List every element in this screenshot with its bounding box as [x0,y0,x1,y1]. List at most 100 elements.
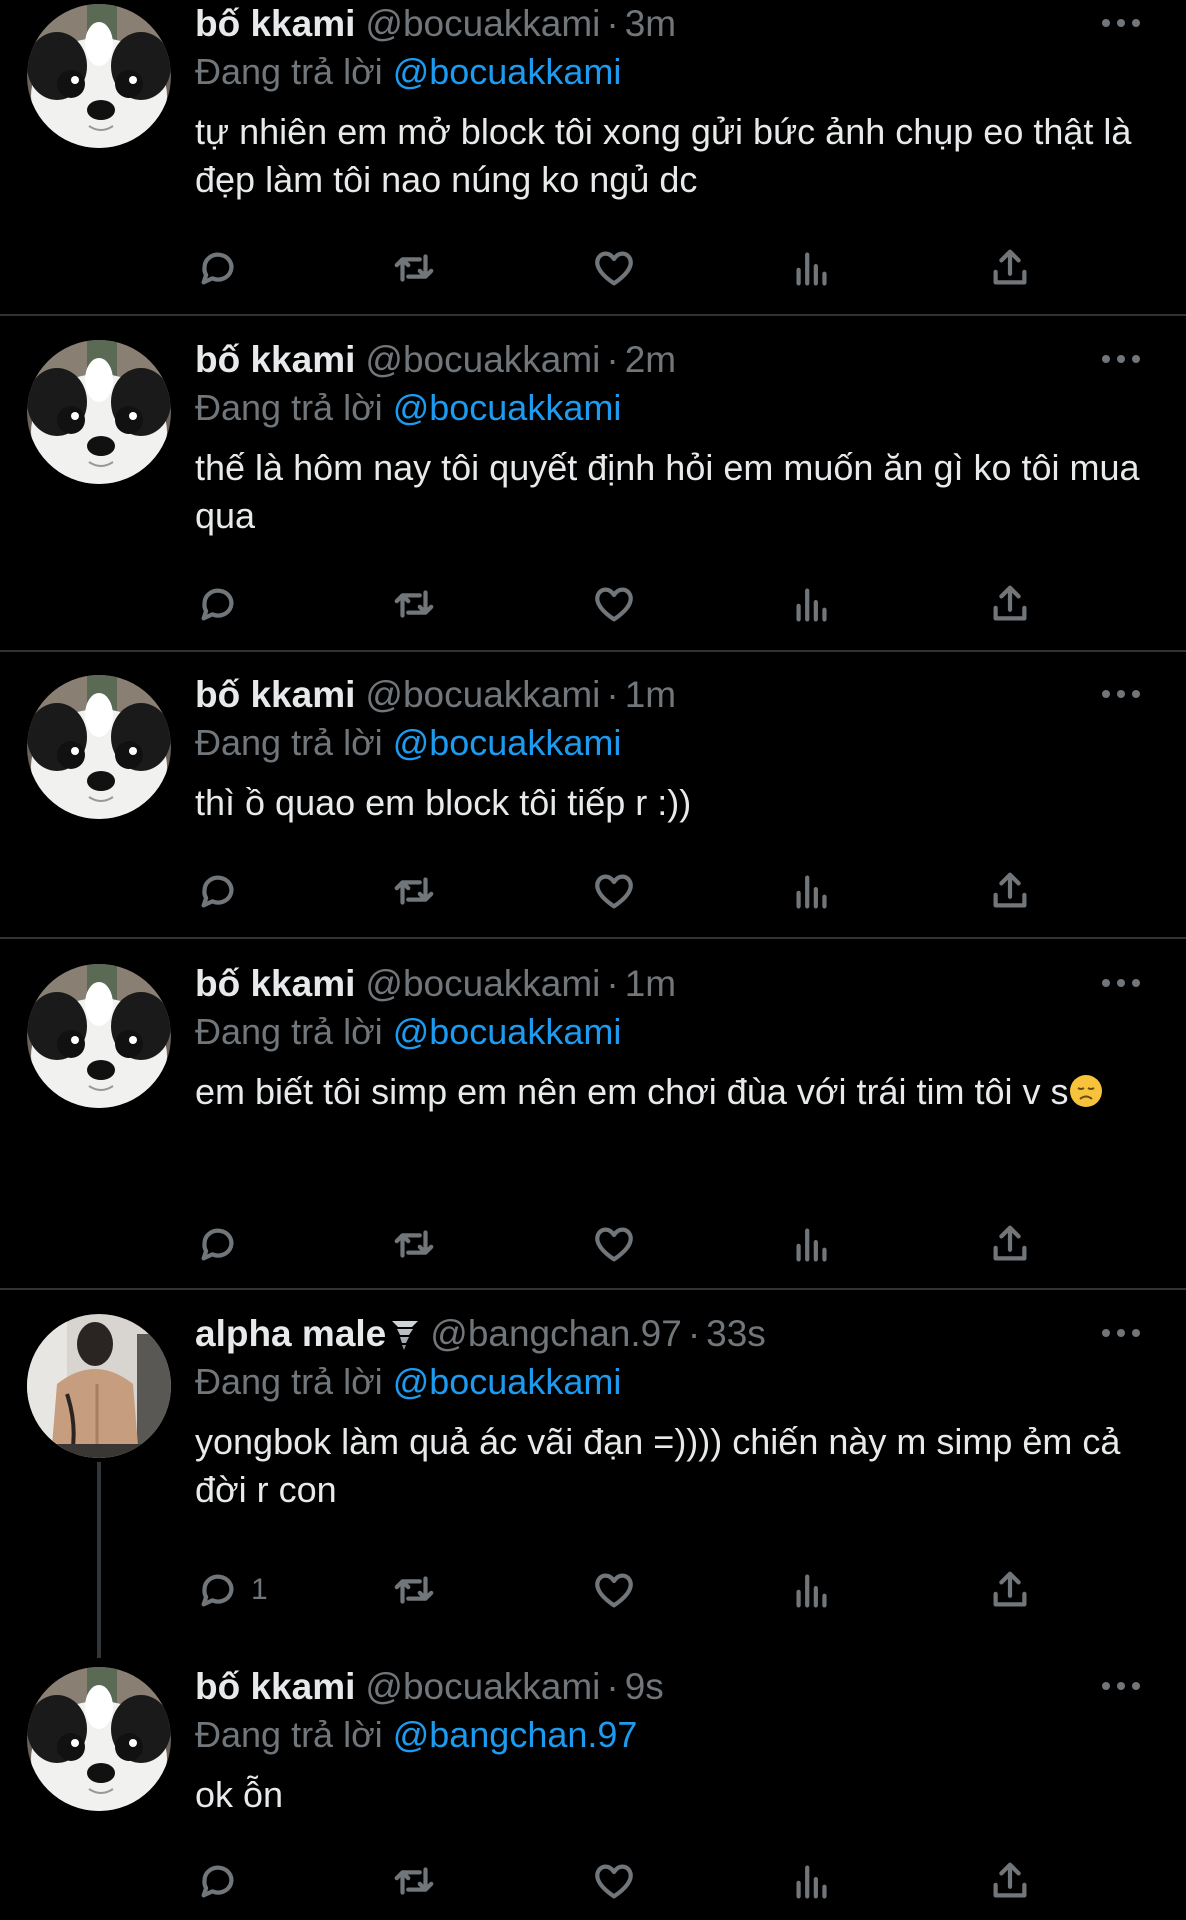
views-button[interactable] [789,576,835,632]
reply-button[interactable] [195,863,241,919]
more-icon[interactable] [1096,968,1146,998]
more-icon[interactable] [1096,1318,1146,1348]
reply-target-link[interactable]: @bocuakkami [393,1011,622,1052]
like-icon [595,1864,633,1899]
user-handle[interactable]: @bocuakkami [365,339,600,380]
dog-avatar-image [27,4,171,148]
reply-button[interactable] [195,576,241,632]
share-button[interactable] [987,576,1033,632]
action-bar [195,1216,1055,1272]
more-icon[interactable] [1096,8,1146,38]
timestamp[interactable]: 1m [625,963,676,1004]
like-button[interactable] [591,1853,637,1909]
views-icon [796,1228,827,1262]
tweet[interactable]: bố kkami @bocuakkami · 3m Đang trả lời @bocu… [0,0,1186,316]
like-icon [595,1227,633,1262]
replying-to: Đang trả lời @bocuakkami [195,1358,1155,1406]
display-name[interactable]: bố kkami [195,339,355,380]
avatar[interactable] [27,340,171,484]
tweet-content: alpha male @bangchan.97 · 33s Đang trả lời @… [195,1310,1155,1514]
views-icon [796,1574,827,1608]
reply-button[interactable]: 1 [195,1562,268,1618]
user-handle[interactable]: @bangchan.97 [430,1313,682,1354]
share-button[interactable] [987,863,1033,919]
more-icon[interactable] [1096,679,1146,709]
display-name[interactable]: bố kkami [195,674,355,715]
avatar[interactable] [27,1314,171,1458]
timestamp[interactable]: 2m [625,339,676,380]
retweet-icon [394,254,434,282]
retweet-button[interactable] [391,863,437,919]
tweet[interactable]: alpha male @bangchan.97 · 33s Đang trả lời @… [0,1310,1186,1640]
reply-button[interactable] [195,1216,241,1272]
user-handle[interactable]: @bocuakkami [365,3,600,44]
dog-avatar-image [27,1667,171,1811]
avatar[interactable] [27,4,171,148]
tweet-text-block: em biết tôi simp em nên em chơi đùa với … [195,1068,1155,1116]
share-button[interactable] [987,1216,1033,1272]
tweet-header: alpha male @bangchan.97 · 33s [195,1310,1155,1358]
timestamp[interactable]: 1m [625,674,676,715]
retweet-button[interactable] [391,1216,437,1272]
display-name[interactable]: bố kkami [195,963,355,1004]
like-button[interactable] [591,1216,637,1272]
like-button[interactable] [591,240,637,296]
views-button[interactable] [789,863,835,919]
reply-target-link[interactable]: @bangchan.97 [393,1714,638,1755]
tweet[interactable]: bố kkami @bocuakkami · 9s Đang trả lời @bang… [0,1663,1186,1920]
more-icon[interactable] [1096,1671,1146,1701]
views-button[interactable] [789,1216,835,1272]
views-icon [796,875,827,909]
avatar[interactable] [27,675,171,819]
tweet-text: tự nhiên em mở block tôi xong gửi bức ản… [195,111,1132,200]
display-name[interactable]: bố kkami [195,1666,355,1707]
timestamp[interactable]: 3m [625,3,676,44]
replying-to-label: Đang trả lời [195,387,383,428]
views-icon [796,1865,827,1899]
user-handle[interactable]: @bocuakkami [365,963,600,1004]
tweet-header: bố kkami @bocuakkami · 3m [195,0,1155,48]
like-button[interactable] [591,576,637,632]
user-handle[interactable]: @bocuakkami [365,674,600,715]
share-button[interactable] [987,1562,1033,1618]
reply-count: 1 [251,1573,268,1606]
like-icon [595,874,633,909]
timestamp[interactable]: 33s [706,1313,766,1354]
tweet-text: thế là hôm nay tôi quyết định hỏi em muố… [195,447,1140,536]
share-button[interactable] [987,240,1033,296]
retweet-button[interactable] [391,1853,437,1909]
tweet[interactable]: bố kkami @bocuakkami · 1m Đang trả lời @bocu… [0,671,1186,939]
reply-target-link[interactable]: @bocuakkami [393,1361,622,1402]
avatar[interactable] [27,1667,171,1811]
tweet[interactable]: bố kkami @bocuakkami · 1m Đang trả lời @bocu… [0,960,1186,1290]
share-icon [993,872,1027,908]
like-button[interactable] [591,863,637,919]
views-button[interactable] [789,1562,835,1618]
dog-avatar-image [27,675,171,819]
reply-target-link[interactable]: @bocuakkami [393,722,622,763]
views-button[interactable] [789,1853,835,1909]
replying-to: Đang trả lời @bocuakkami [195,384,1155,432]
avatar[interactable] [27,964,171,1108]
retweet-button[interactable] [391,240,437,296]
reply-button[interactable] [195,240,241,296]
like-icon [595,587,633,622]
tweet-text: ok ỗn [195,1774,284,1815]
replying-to-label: Đang trả lời [195,1011,383,1052]
views-button[interactable] [789,240,835,296]
user-handle[interactable]: @bocuakkami [365,1666,600,1707]
share-button[interactable] [987,1853,1033,1909]
timestamp[interactable]: 9s [625,1666,664,1707]
action-bar [195,1853,1055,1909]
reply-target-link[interactable]: @bocuakkami [393,51,622,92]
retweet-button[interactable] [391,1562,437,1618]
reply-button[interactable] [195,1853,241,1909]
more-icon[interactable] [1096,344,1146,374]
retweet-button[interactable] [391,576,437,632]
reply-target-link[interactable]: @bocuakkami [393,387,622,428]
like-button[interactable] [591,1562,637,1618]
tweet[interactable]: bố kkami @bocuakkami · 2m Đang trả lời @bocu… [0,336,1186,652]
separator-dot: · [606,963,619,1004]
display-name[interactable]: bố kkami [195,3,355,44]
display-name[interactable]: alpha male [195,1313,386,1354]
